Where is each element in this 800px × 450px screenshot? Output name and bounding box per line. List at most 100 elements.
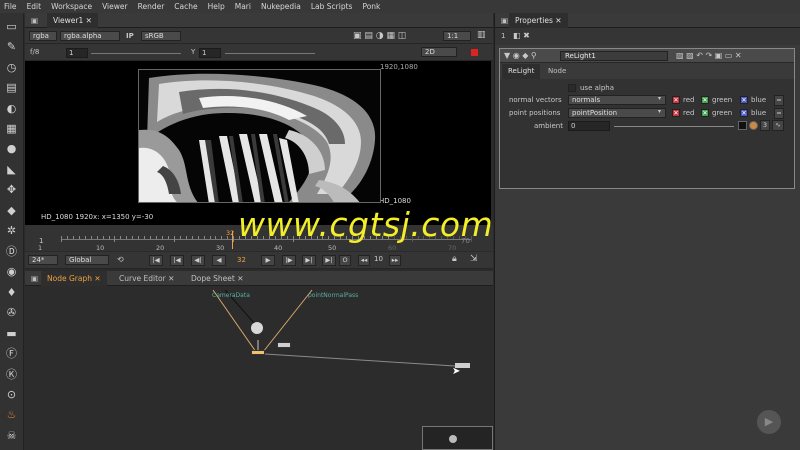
- green-checkbox[interactable]: ✕: [701, 96, 709, 104]
- deep-icon[interactable]: Ⓓ: [4, 244, 19, 259]
- menu-mari[interactable]: Mari: [235, 2, 251, 11]
- menu-render[interactable]: Render: [138, 2, 165, 11]
- filter-icon[interactable]: ▦: [4, 121, 19, 136]
- graph-navigator[interactable]: [422, 426, 493, 450]
- metadata-icon[interactable]: ♦: [4, 285, 19, 300]
- draw-icon[interactable]: ✎: [4, 39, 19, 54]
- colorspace-dropdown[interactable]: sRGB: [141, 31, 181, 41]
- merge-icon[interactable]: ◣: [4, 162, 19, 177]
- menu-edit[interactable]: Edit: [27, 2, 42, 11]
- lock-icon[interactable]: 🔒︎: [452, 254, 457, 264]
- menu-viewer[interactable]: Viewer: [102, 2, 128, 11]
- gamma-input[interactable]: 1: [199, 48, 221, 58]
- transform-icon[interactable]: ✥: [4, 182, 19, 197]
- channel-icon[interactable]: ▤: [4, 80, 19, 95]
- light-node[interactable]: [251, 322, 263, 334]
- last-frame-button[interactable]: ▶|: [322, 255, 336, 266]
- node-panel-buttons[interactable]: ▨ ▨ ↶ ↷ ▣ ▭ ✕: [676, 51, 742, 60]
- tab-dope-sheet[interactable]: Dope Sheet ✕: [185, 271, 250, 286]
- gamma-slider[interactable]: [225, 53, 315, 54]
- menu-nukepedia[interactable]: Nukepedia: [261, 2, 301, 11]
- furnace-icon[interactable]: Ⓕ: [4, 346, 19, 361]
- next-frame-button[interactable]: |▶: [282, 255, 296, 266]
- ip-button[interactable]: IP: [126, 32, 134, 40]
- tab-viewer1[interactable]: Viewer1 ✕: [47, 13, 98, 28]
- toggle-icon[interactable]: ▣ ▤ ◑ ▦ ◫: [353, 31, 406, 41]
- gain-input[interactable]: 1: [66, 48, 88, 58]
- menu-cache[interactable]: Cache: [174, 2, 197, 11]
- use-alpha-checkbox[interactable]: [568, 84, 576, 92]
- relight-node[interactable]: [251, 350, 265, 355]
- skull-icon[interactable]: ☠: [4, 428, 19, 443]
- node-panel-header-icons[interactable]: ▼ ◉ ◆ ⚲: [504, 51, 537, 60]
- close-icon[interactable]: ✕: [168, 274, 174, 283]
- menu-ponk[interactable]: Ponk: [362, 2, 380, 11]
- fstop-label[interactable]: f/8: [30, 48, 39, 56]
- menu-workspace[interactable]: Workspace: [51, 2, 92, 11]
- play-button[interactable]: ▶: [261, 255, 275, 266]
- ambient-input[interactable]: 0: [568, 121, 610, 131]
- point-positions-dropdown[interactable]: pointPosition: [568, 108, 666, 118]
- menu-file[interactable]: File: [4, 2, 17, 11]
- node-camera-label[interactable]: CameraData: [212, 292, 250, 299]
- prev-key-button[interactable]: |◀: [170, 255, 184, 266]
- 3d-icon[interactable]: ◆: [4, 203, 19, 218]
- next-key-button[interactable]: ▶|: [302, 255, 316, 266]
- scope-dropdown[interactable]: Global: [65, 255, 109, 265]
- color-icon[interactable]: ◐: [4, 101, 19, 116]
- green-checkbox[interactable]: ✕: [701, 109, 709, 117]
- tab-curve-editor[interactable]: Curve Editor ✕: [113, 271, 180, 286]
- tab-properties[interactable]: Properties ✕: [509, 13, 568, 28]
- blue-checkbox[interactable]: ✕: [740, 109, 748, 117]
- current-frame[interactable]: 32: [237, 256, 246, 264]
- pointcloud-node[interactable]: [277, 342, 291, 348]
- row-menu-button[interactable]: =: [774, 108, 784, 119]
- play-overlay-icon[interactable]: ▶: [757, 410, 781, 434]
- keylight-icon[interactable]: Ⓚ: [4, 367, 19, 382]
- row-menu-button[interactable]: =: [774, 95, 784, 106]
- increment-input[interactable]: 10: [372, 255, 388, 265]
- close-icon[interactable]: ✕: [86, 16, 92, 25]
- alpha-dropdown[interactable]: rgba.alpha: [60, 31, 120, 41]
- curve-icon[interactable]: ∿: [772, 120, 784, 131]
- prev-frame-button[interactable]: ◀|: [191, 255, 205, 266]
- node-pointpass-label[interactable]: pointNormalPass: [308, 292, 358, 299]
- stop-button[interactable]: O: [339, 255, 351, 266]
- fps-dropdown[interactable]: 24*: [28, 255, 58, 265]
- views-icon[interactable]: ◉: [4, 264, 19, 279]
- flipbook-icon[interactable]: ⇲: [470, 254, 478, 264]
- channels-dropdown[interactable]: rgba: [29, 31, 57, 41]
- view-mode-dropdown[interactable]: 2D: [421, 47, 457, 57]
- ambient-count[interactable]: 3: [760, 120, 770, 131]
- time-icon[interactable]: ◷: [4, 60, 19, 75]
- close-icon[interactable]: ✕: [237, 274, 243, 283]
- menu-lab-scripts[interactable]: Lab Scripts: [311, 2, 353, 11]
- tab-node[interactable]: Node: [542, 64, 572, 79]
- properties-toolbar-icons[interactable]: ◧ ✖: [513, 31, 530, 40]
- normal-vectors-dropdown[interactable]: normals: [568, 95, 666, 105]
- menu-help[interactable]: Help: [208, 2, 225, 11]
- other-icon[interactable]: ▬: [4, 326, 19, 341]
- red-checkbox[interactable]: ✕: [672, 109, 680, 117]
- zoom-dropdown[interactable]: 1:1: [443, 31, 471, 41]
- keyer-icon[interactable]: ●: [4, 141, 19, 156]
- first-frame-button[interactable]: |◀: [149, 255, 163, 266]
- toolsets-icon[interactable]: ✇: [4, 305, 19, 320]
- tab-node-graph[interactable]: Node Graph ✕: [41, 271, 107, 286]
- tab-relight[interactable]: ReLight: [502, 64, 541, 79]
- play-backward-button[interactable]: ◀: [212, 255, 226, 266]
- node-graph-canvas[interactable]: CameraData pointNormalPass ➤: [25, 286, 493, 450]
- color-wheel-icon[interactable]: [749, 121, 758, 130]
- forward-increment-button[interactable]: ▸▸: [389, 255, 401, 266]
- node-count[interactable]: 1: [501, 32, 505, 40]
- pane-menu-icon[interactable]: ▣: [25, 13, 45, 28]
- split-icon[interactable]: ▥: [477, 30, 486, 40]
- particles-icon[interactable]: ✲: [4, 223, 19, 238]
- image-icon[interactable]: ▭: [4, 19, 19, 34]
- gain-slider[interactable]: [91, 53, 181, 54]
- close-icon[interactable]: ✕: [555, 16, 561, 25]
- rewind-increment-button[interactable]: ◂◂: [358, 255, 370, 266]
- ambient-color-swatch[interactable]: [738, 121, 747, 130]
- node-name-input[interactable]: ReLight1: [560, 51, 668, 61]
- ambient-slider[interactable]: [614, 126, 734, 127]
